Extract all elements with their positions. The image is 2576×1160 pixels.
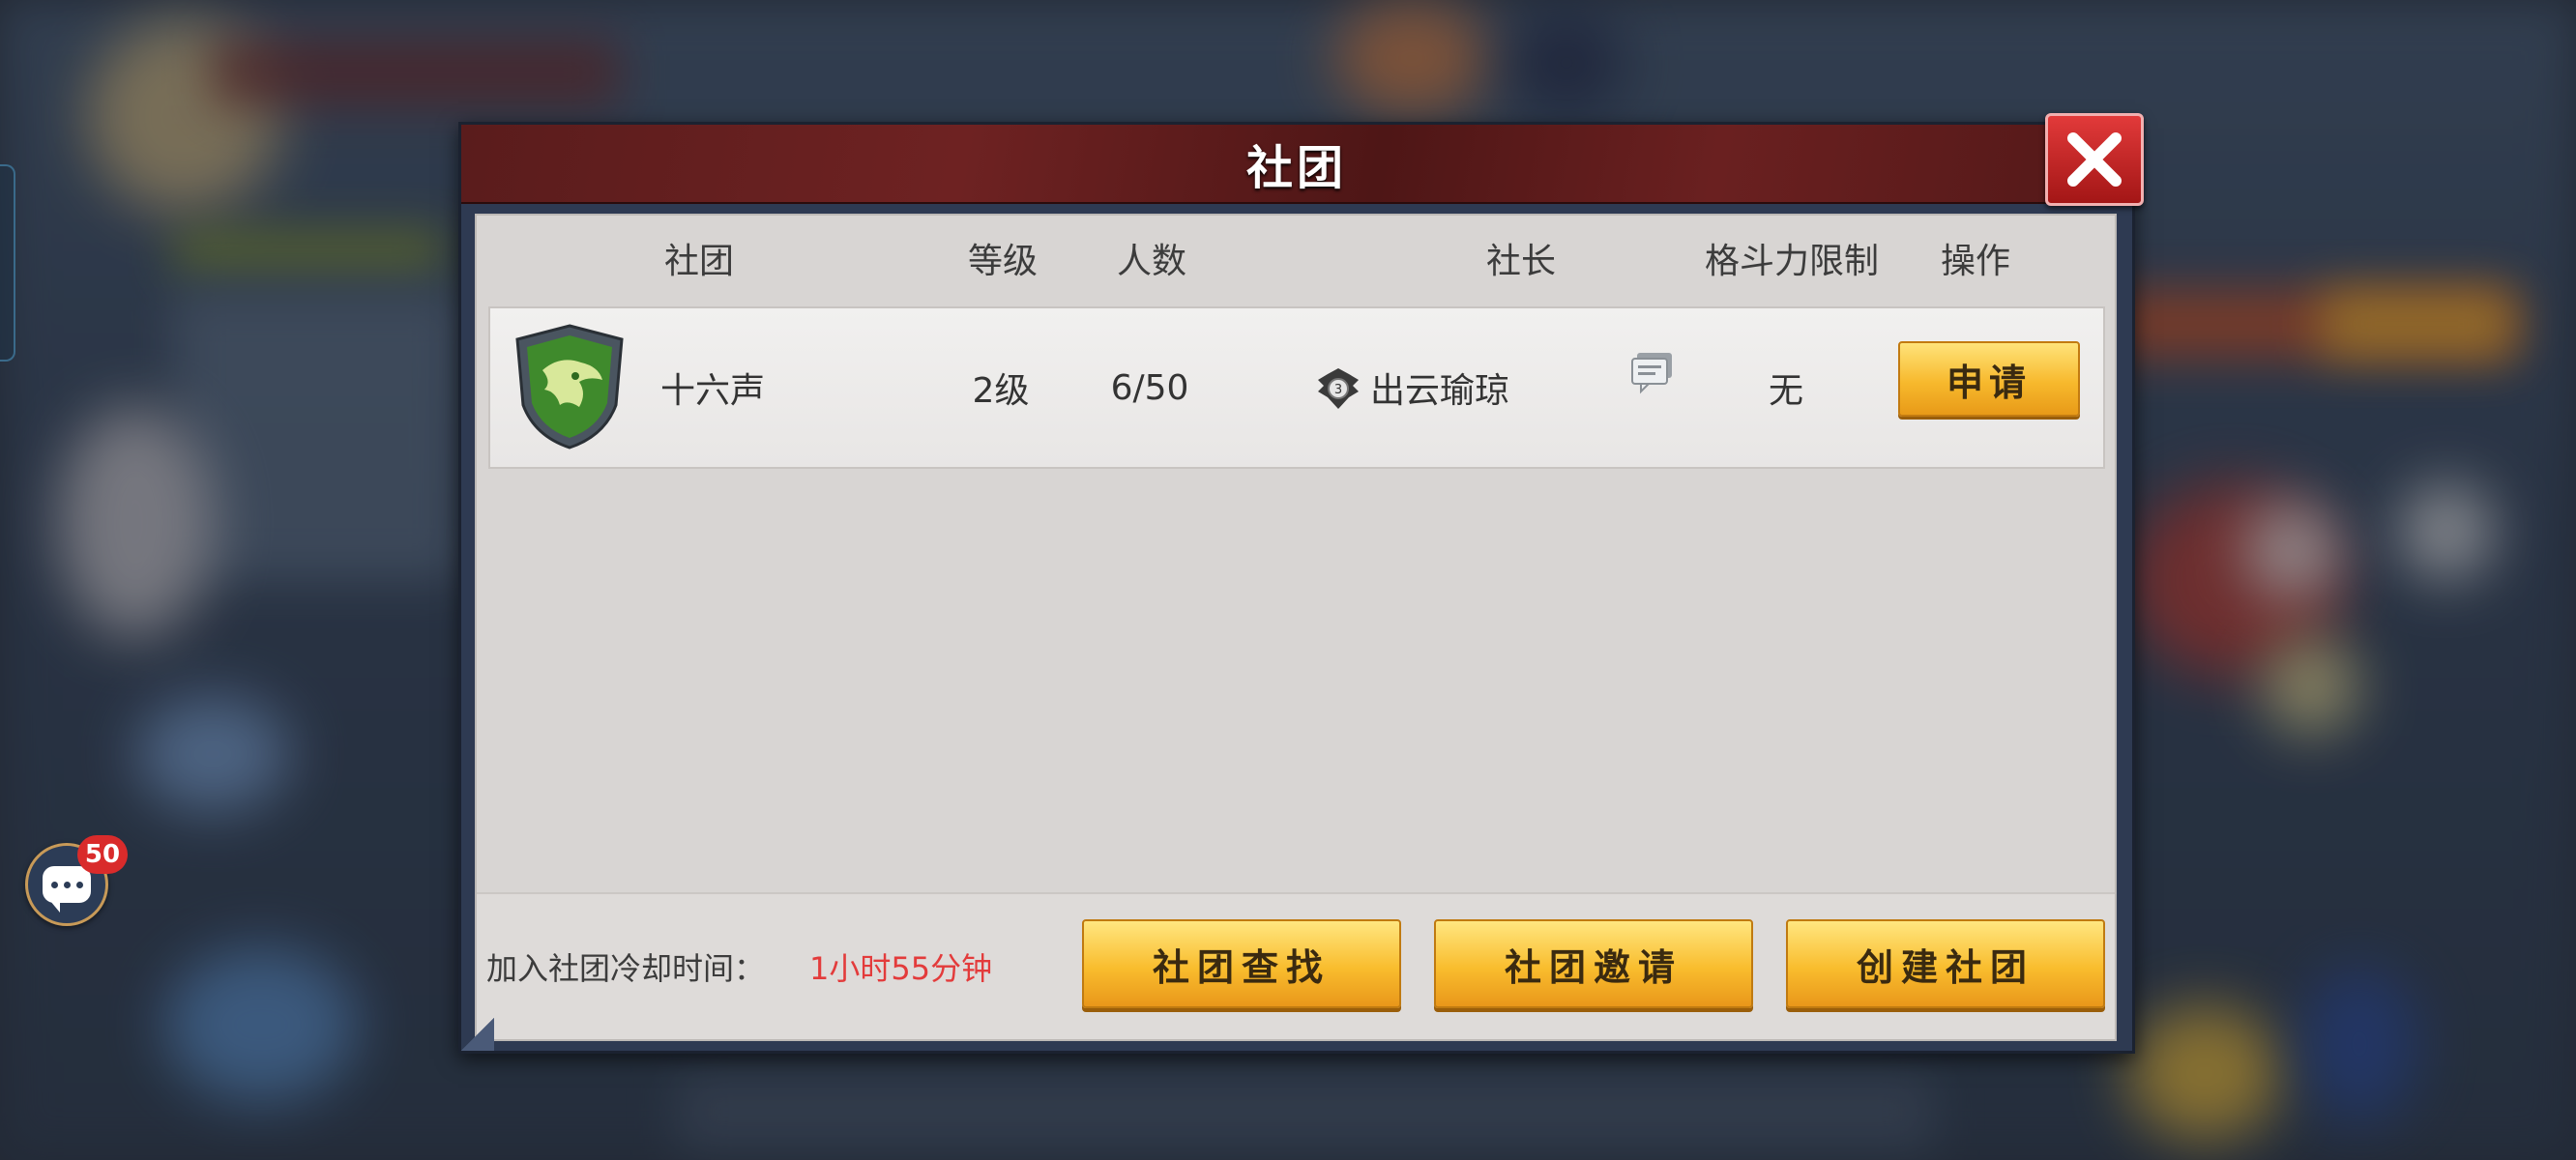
side-panel-tab[interactable] <box>0 164 15 362</box>
corner-decoration <box>461 1018 494 1051</box>
message-icon[interactable] <box>1629 349 1678 395</box>
dialog-footer: 加入社团冷却时间： 1小时55分钟 社团查找 社团邀请 创建社团 <box>477 892 2115 1039</box>
cooldown-value: 1小时55分钟 <box>809 950 993 987</box>
column-header-power-limit: 格斗力限制 <box>1704 242 1879 281</box>
dialog-content: 社团 等级 人数 社长 格斗力限制 操作 十六声 2级 6/50 3 出云瑜琼 … <box>475 214 2117 1041</box>
column-header-action: 操作 <box>1940 242 2010 281</box>
table-header: 社团 等级 人数 社长 格斗力限制 操作 <box>477 216 2111 301</box>
club-power-limit: 无 <box>1768 371 1803 411</box>
apply-button[interactable]: 申请 <box>1898 341 2080 417</box>
club-name: 十六声 <box>659 371 765 411</box>
club-level: 2级 <box>972 371 1030 411</box>
club-member-count: 6/50 <box>1110 367 1189 408</box>
column-header-members: 人数 <box>1116 242 1186 281</box>
leader-rank-icon: 3 <box>1318 368 1359 409</box>
club-invite-button[interactable]: 社团邀请 <box>1434 919 1753 1008</box>
club-search-button[interactable]: 社团查找 <box>1082 919 1401 1008</box>
chat-unread-badge: 50 <box>77 835 128 874</box>
close-button[interactable] <box>2045 113 2144 206</box>
dialog-title: 社团 <box>1245 141 1347 195</box>
svg-text:3: 3 <box>1334 383 1342 397</box>
column-header-leader: 社长 <box>1485 242 1556 281</box>
club-dialog: 社团 社团 等级 人数 社长 格斗力限制 操作 十六声 2级 6/50 3 出云… <box>458 113 2144 1054</box>
close-icon <box>2067 132 2122 187</box>
club-table: 社团 等级 人数 社长 格斗力限制 操作 十六声 2级 6/50 3 出云瑜琼 … <box>477 216 2111 892</box>
column-header-club: 社团 <box>663 242 734 281</box>
club-leader-name[interactable]: 出云瑜琼 <box>1370 308 1554 467</box>
table-row[interactable]: 十六声 2级 6/50 3 出云瑜琼 无 申请 <box>488 306 2105 469</box>
cooldown-label: 加入社团冷却时间： <box>486 950 766 987</box>
create-club-button[interactable]: 创建社团 <box>1786 919 2105 1008</box>
column-header-level: 等级 <box>967 242 1038 281</box>
dialog-titlebar: 社团 <box>461 125 2132 204</box>
chat-icon <box>43 866 91 913</box>
